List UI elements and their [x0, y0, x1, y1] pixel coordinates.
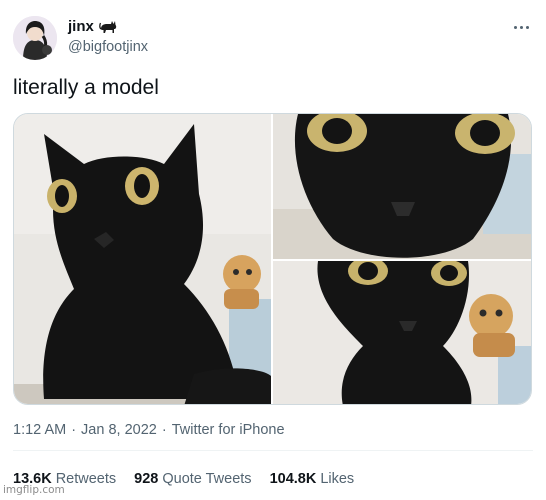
more-dot-icon — [525, 25, 529, 29]
tweet-card: jinx @bigfootjinx literally a model 1:12… — [0, 0, 546, 500]
quote-tweets-stat[interactable]: 928 Quote Tweets — [134, 471, 251, 487]
tweet-time[interactable]: 1:12 AM — [13, 422, 66, 438]
quote-tweets-count: 928 — [134, 471, 159, 487]
more-dot-icon — [513, 25, 517, 29]
tweet-metadata: 1:12 AM · Jan 8, 2022 · Twitter for iPho… — [13, 422, 285, 438]
tweet-date[interactable]: Jan 8, 2022 — [81, 422, 157, 438]
tweet-text: literally a model — [13, 76, 159, 99]
likes-stat[interactable]: 104.8K Likes — [270, 471, 355, 487]
author-name-row[interactable]: jinx — [68, 18, 117, 35]
meta-separator: · — [71, 422, 77, 438]
avatar[interactable] — [13, 16, 57, 60]
divider — [13, 450, 533, 451]
imgflip-watermark: imgflip.com — [3, 484, 65, 496]
media-grid — [13, 113, 532, 405]
tweet-source[interactable]: Twitter for iPhone — [172, 422, 285, 438]
meta-separator: · — [161, 422, 167, 438]
black-cat-face-closeup-photo[interactable] — [273, 114, 531, 259]
avatar-image — [13, 16, 57, 60]
display-name[interactable]: jinx — [68, 18, 94, 35]
more-dot-icon — [519, 25, 523, 29]
black-cat-with-plush-photo[interactable] — [273, 261, 531, 404]
black-cat-emoji-icon — [99, 20, 117, 33]
author-handle[interactable]: @bigfootjinx — [68, 39, 148, 55]
black-cat-closeup-photo[interactable] — [14, 114, 271, 404]
more-options-button[interactable] — [508, 14, 534, 40]
likes-label: Likes — [320, 471, 355, 487]
likes-count: 104.8K — [269, 471, 317, 487]
quote-tweets-label: Quote Tweets — [162, 471, 252, 487]
